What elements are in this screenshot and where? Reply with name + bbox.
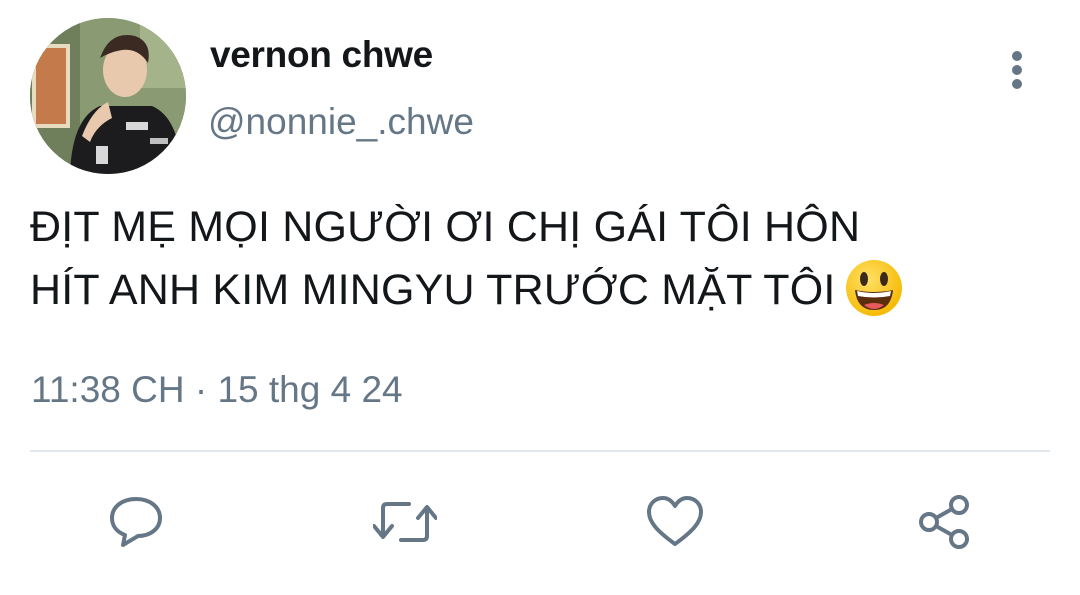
display-name[interactable]: vernon chwe: [210, 34, 433, 76]
tweet-text: ĐỊT MẸ MỌI NGƯỜI ƠI CHỊ GÁI TÔI HÔN HÍT …: [30, 196, 1060, 335]
tweet-text-line-1: ĐỊT MẸ MỌI NGƯỜI ƠI CHỊ GÁI TÔI HÔN: [30, 203, 861, 251]
more-vertical-icon: [1012, 51, 1022, 89]
user-handle[interactable]: @nonnie_.chwe: [208, 101, 474, 143]
timestamp-separator: ·: [194, 369, 208, 410]
share-icon: [919, 495, 969, 549]
like-button[interactable]: [643, 490, 707, 554]
reply-icon: [110, 497, 162, 547]
tweet-text-line-2-text: HÍT ANH KIM MINGYU TRƯỚC MẶT TÔI: [30, 266, 836, 314]
avatar[interactable]: [30, 18, 186, 174]
tweet-time: 11:38 CH: [31, 369, 185, 410]
grinning-face-icon: [844, 258, 904, 335]
more-options-button[interactable]: [996, 44, 1038, 96]
reply-button[interactable]: [104, 490, 168, 554]
like-icon: [647, 496, 703, 546]
tweet-date: 15 thg 4 24: [217, 369, 403, 410]
tweet-timestamp[interactable]: 11:38 CH · 15 thg 4 24: [31, 369, 403, 411]
divider: [30, 450, 1050, 452]
avatar-photo: [30, 18, 186, 174]
tweet-text-line-2: HÍT ANH KIM MINGYU TRƯỚC MẶT TÔI: [30, 258, 1060, 335]
share-button[interactable]: [912, 490, 976, 554]
retweet-button[interactable]: [373, 490, 437, 554]
retweet-icon: [373, 502, 437, 542]
